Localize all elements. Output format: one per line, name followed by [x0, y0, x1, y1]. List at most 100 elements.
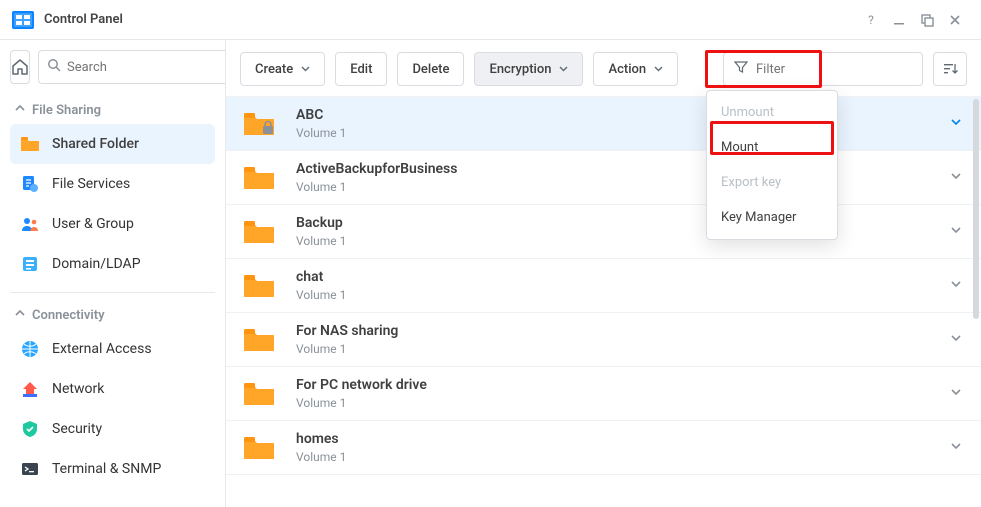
chevron-down-icon[interactable]	[949, 439, 963, 457]
terminal-icon	[20, 459, 40, 479]
sidebar-item-label: Security	[52, 421, 102, 437]
search-box[interactable]	[38, 50, 226, 84]
folder-subtitle: Volume 1	[296, 342, 949, 356]
folder-icon	[242, 163, 278, 193]
encryption-dropdown: Unmount Mount Export key Key Manager	[706, 90, 838, 240]
folder-row[interactable]: ActiveBackupforBusiness Volume 1	[226, 151, 981, 205]
folder-row[interactable]: Backup Volume 1	[226, 205, 981, 259]
sidebar-item-network[interactable]: Network	[10, 369, 215, 409]
menu-item-mount[interactable]: Mount	[707, 130, 837, 165]
folder-name: chat	[296, 269, 949, 285]
folder-name: Backup	[296, 215, 949, 231]
sidebar-item-label: Network	[52, 381, 104, 397]
menu-item-key-manager[interactable]: Key Manager	[707, 200, 837, 235]
window-minimize-icon[interactable]	[885, 6, 913, 34]
network-icon	[20, 379, 40, 399]
folder-subtitle: Volume 1	[296, 180, 949, 194]
help-icon[interactable]: ?	[857, 6, 885, 34]
filter-box[interactable]	[723, 52, 923, 86]
chevron-down-icon[interactable]	[949, 115, 963, 133]
domain-ldap-icon	[20, 254, 40, 274]
scrollbar[interactable]	[973, 99, 979, 319]
sidebar-item-domain-ldap[interactable]: Domain/LDAP	[10, 244, 215, 284]
folder-name: For NAS sharing	[296, 323, 949, 339]
folder-subtitle: Volume 1	[296, 450, 949, 464]
section-file-sharing[interactable]: File Sharing	[10, 96, 215, 124]
filter-icon	[734, 60, 748, 78]
create-button[interactable]: Create	[240, 52, 325, 86]
sidebar-item-label: Domain/LDAP	[52, 256, 141, 272]
folder-subtitle: Volume 1	[296, 234, 949, 248]
file-services-icon	[20, 174, 40, 194]
folder-name: ABC	[296, 107, 949, 123]
sidebar-item-external-access[interactable]: External Access	[10, 329, 215, 369]
sidebar: File Sharing Shared Folder File Services…	[0, 40, 226, 507]
titlebar: Control Panel ?	[0, 0, 981, 40]
folder-row[interactable]: chat Volume 1	[226, 259, 981, 313]
folder-name: ActiveBackupforBusiness	[296, 161, 949, 177]
search-input[interactable]	[67, 60, 226, 75]
window-maximize-icon[interactable]	[913, 6, 941, 34]
sidebar-item-shared-folder[interactable]: Shared Folder	[10, 124, 215, 164]
folder-name: For PC network drive	[296, 377, 949, 393]
sidebar-item-label: Shared Folder	[52, 136, 139, 152]
folder-icon	[20, 134, 40, 154]
folder-row[interactable]: For NAS sharing Volume 1	[226, 313, 981, 367]
toolbar: Create Edit Delete Encryption Action	[226, 40, 981, 96]
chevron-up-icon	[14, 307, 26, 323]
folder-icon	[242, 109, 278, 139]
folder-subtitle: Volume 1	[296, 288, 949, 302]
user-group-icon	[20, 214, 40, 234]
edit-button[interactable]: Edit	[335, 52, 387, 86]
chevron-down-icon[interactable]	[949, 331, 963, 349]
folder-subtitle: Volume 1	[296, 396, 949, 410]
sidebar-item-terminal-snmp[interactable]: Terminal & SNMP	[10, 449, 215, 489]
svg-text:?: ?	[868, 13, 874, 27]
caret-down-icon	[559, 62, 568, 77]
menu-item-export-key: Export key	[707, 165, 837, 200]
encryption-button[interactable]: Encryption	[474, 52, 583, 86]
folder-list: ABC Volume 1 ActiveBackupforBusiness Volume…	[226, 96, 981, 507]
sort-button[interactable]	[933, 52, 967, 86]
sidebar-item-file-services[interactable]: File Services	[10, 164, 215, 204]
chevron-up-icon	[14, 102, 26, 118]
caret-down-icon	[301, 62, 310, 77]
folder-icon	[242, 271, 278, 301]
control-panel-icon	[12, 9, 34, 31]
sidebar-item-label: External Access	[52, 341, 152, 357]
window-close-icon[interactable]	[941, 6, 969, 34]
folder-icon	[242, 217, 278, 247]
sidebar-item-label: User & Group	[52, 216, 134, 232]
caret-down-icon	[654, 62, 663, 77]
home-button[interactable]	[10, 50, 30, 84]
search-icon	[47, 58, 61, 76]
folder-row[interactable]: ABC Volume 1	[226, 97, 981, 151]
menu-item-unmount: Unmount	[707, 95, 837, 130]
folder-subtitle: Volume 1	[296, 126, 949, 140]
sidebar-item-label: Terminal & SNMP	[52, 461, 161, 477]
section-label: Connectivity	[32, 308, 105, 323]
folder-name: homes	[296, 431, 949, 447]
chevron-down-icon[interactable]	[949, 223, 963, 241]
folder-row[interactable]: homes Volume 1	[226, 421, 981, 475]
sidebar-item-user-group[interactable]: User & Group	[10, 204, 215, 244]
folder-row[interactable]: For PC network drive Volume 1	[226, 367, 981, 421]
folder-icon	[242, 433, 278, 463]
sidebar-item-label: File Services	[52, 176, 130, 192]
chevron-down-icon[interactable]	[949, 385, 963, 403]
filter-input[interactable]	[756, 62, 922, 77]
section-connectivity[interactable]: Connectivity	[10, 301, 215, 329]
main-panel: Create Edit Delete Encryption Action ABC…	[226, 40, 981, 507]
globe-icon	[20, 339, 40, 359]
folder-icon	[242, 325, 278, 355]
delete-button[interactable]: Delete	[397, 52, 464, 86]
chevron-down-icon[interactable]	[949, 169, 963, 187]
shield-icon	[20, 419, 40, 439]
chevron-down-icon[interactable]	[949, 277, 963, 295]
divider	[10, 292, 215, 293]
action-button[interactable]: Action	[593, 52, 678, 86]
folder-icon	[242, 379, 278, 409]
window-title: Control Panel	[44, 12, 123, 27]
sidebar-item-security[interactable]: Security	[10, 409, 215, 449]
section-label: File Sharing	[32, 103, 101, 118]
